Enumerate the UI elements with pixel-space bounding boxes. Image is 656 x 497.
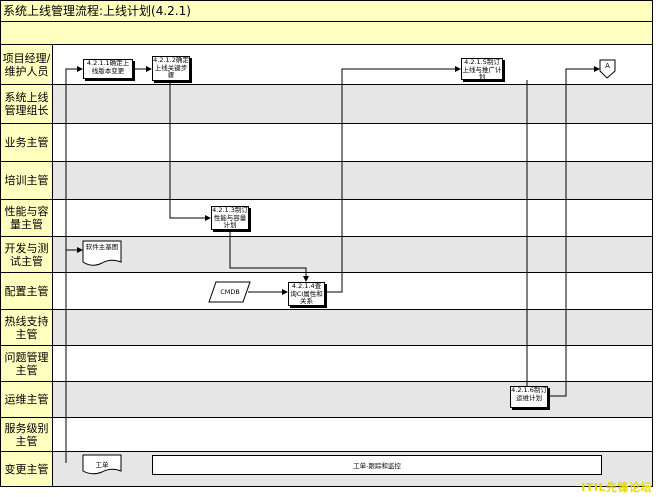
lane-label: 问题管理主管 bbox=[1, 346, 53, 381]
lane-service-level: 服务级别主管 bbox=[0, 418, 653, 452]
workorder-label: 工单 bbox=[95, 461, 109, 469]
lane-launch-lead: 系统上线管理组长 bbox=[0, 85, 653, 124]
lane-performance: 性能与容量主管 bbox=[0, 200, 653, 237]
lane-label: 变更主管 bbox=[1, 452, 53, 486]
connector-a-label: A bbox=[605, 62, 610, 70]
lane-configuration: 配置主管 bbox=[0, 273, 653, 310]
lane-label: 热线支持主管 bbox=[1, 310, 53, 345]
page-title: 系统上线管理流程:上线计划(4.2.1) bbox=[0, 0, 653, 22]
lane-label: 项目经理/维护人员 bbox=[1, 45, 53, 84]
step-query-ci-attributes[interactable]: 4.2.1.4查询CI属性和关系 bbox=[288, 282, 325, 306]
step-performance-capacity-plan[interactable]: 4.2.1.3制订性能与容量计划 bbox=[211, 206, 249, 230]
step-confirm-key-steps[interactable]: 4.2.1.2确定上线关键步骤 bbox=[152, 56, 190, 81]
lane-label: 配置主管 bbox=[1, 273, 53, 309]
lane-label: 培训主管 bbox=[1, 162, 53, 199]
lane-label: 服务级别主管 bbox=[1, 418, 53, 451]
software-baseline-label: 软件主基图 bbox=[85, 243, 119, 251]
lane-problem: 问题管理主管 bbox=[0, 346, 653, 382]
lane-business: 业务主管 bbox=[0, 124, 653, 162]
lane-label: 开发与测试主管 bbox=[1, 237, 53, 272]
watermark-text: ITIL先锋论坛 bbox=[581, 481, 652, 494]
cmdb-label: CMDB bbox=[220, 288, 240, 296]
lane-label: 性能与容量主管 bbox=[1, 200, 53, 236]
step-confirm-version-changes[interactable]: 4.2.1.1确定上线版本变更 bbox=[83, 59, 133, 79]
lane-training: 培训主管 bbox=[0, 162, 653, 200]
step-rollout-plan[interactable]: 4.2.1.5制订上线与推广计划 bbox=[461, 58, 503, 80]
workorder-tracking-bar[interactable]: 工单-跟踪和监控 bbox=[152, 455, 602, 475]
step-operations-plan[interactable]: 4.2.1.6制订运维计划 bbox=[510, 386, 548, 408]
lane-label: 业务主管 bbox=[1, 124, 53, 161]
lane-label: 运维主管 bbox=[1, 382, 53, 417]
lane-label: 系统上线管理组长 bbox=[1, 85, 53, 123]
lane-hotline: 热线支持主管 bbox=[0, 310, 653, 346]
title-spacer bbox=[0, 22, 653, 45]
lane-operations: 运维主管 bbox=[0, 382, 653, 418]
